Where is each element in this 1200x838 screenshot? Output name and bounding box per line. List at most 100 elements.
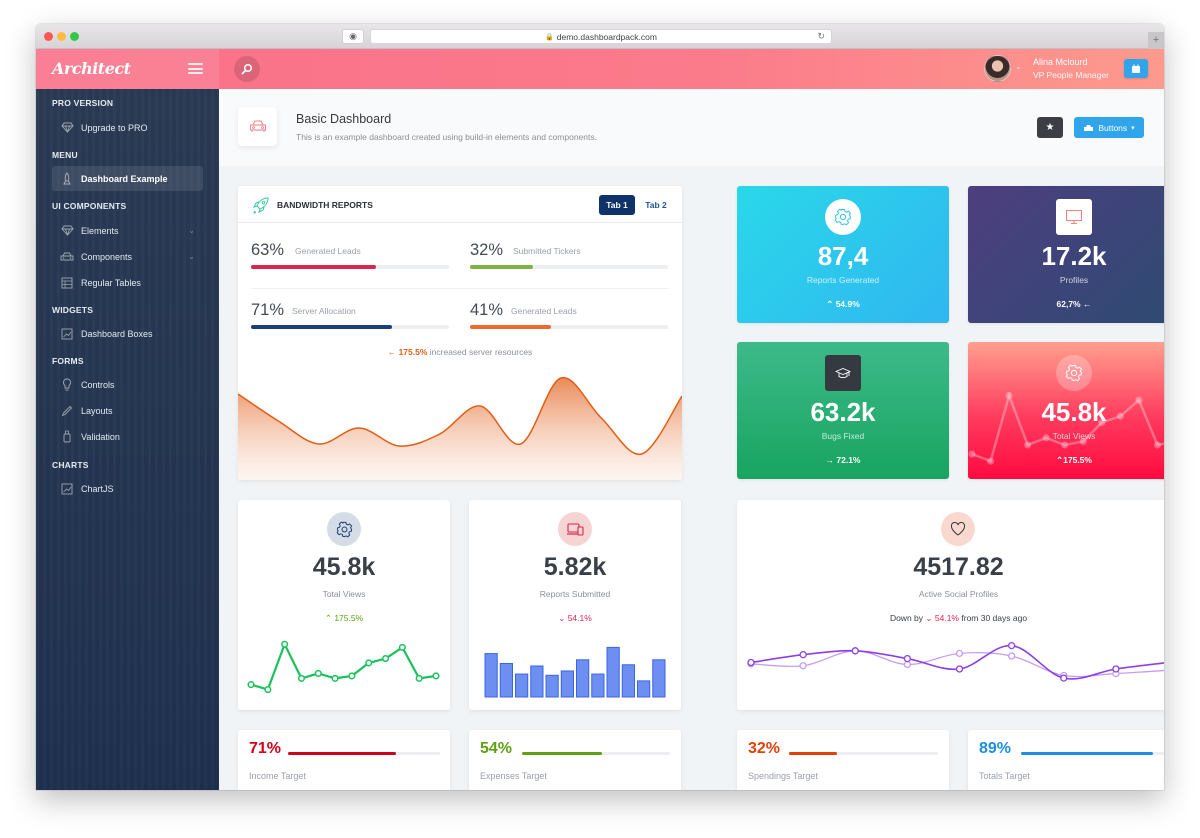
tile-delta: → 72.1% [825,455,861,465]
search-icon [241,63,253,75]
widget-label: Total Views [322,589,366,599]
lightbulb-icon [60,378,74,392]
tab-1[interactable]: Tab 1 [599,195,635,215]
progress-fill [789,752,837,755]
chevron-up-icon: ⌃ [826,299,834,309]
app-header: Architect ⌄ Alina Mclourd VP People Mana… [36,49,1164,89]
sidebar-heading-ui-components: UI COMPONENTS [52,201,127,211]
sidebar-item-dashboard-example[interactable]: Dashboard Example [52,166,203,191]
close-window-button[interactable] [44,32,53,41]
area-fill [238,377,682,480]
card-title: BANDWIDTH REPORTS [277,200,373,210]
sparkline-point [314,669,322,677]
bar [606,646,620,698]
progress-bar [288,752,440,755]
progress-fill [288,752,396,755]
arrow-left-icon: ← [1082,299,1092,309]
table-icon [60,276,74,290]
hamburger-menu-icon[interactable] [188,63,203,74]
diamond-icon [60,121,74,135]
lock-icon: 🔒 [545,33,554,41]
progress-bar [470,325,668,329]
sidebar-item-regular-tables[interactable]: Regular Tables [52,270,203,295]
tile-value: 45.8k [1041,397,1107,427]
rocket-icon [60,172,74,186]
browser-chrome: ◉ 🔒 demo.dashboardpack.com ↻ + [36,24,1164,49]
active-social-profiles-line-chart [747,641,1164,682]
favorite-button[interactable]: ★ [1037,117,1063,138]
sidebar-item-validation[interactable]: Validation [52,424,203,449]
chevron-down-icon[interactable]: ⌄ [1015,62,1022,71]
page-title-bar: Basic Dashboard This is an example dashb… [219,89,1164,166]
widget-delta: ⌄ 54.1% [558,613,592,623]
user-role: VP People Manager [1033,70,1109,80]
diamond-icon [60,224,74,238]
tile-total-views: 45.8k Total Views ⌃175.5% [968,342,1164,479]
bar [545,674,559,698]
widget-value: 45.8k [312,553,376,581]
devices-icon [558,512,592,546]
maximize-window-button[interactable] [70,32,79,41]
bar [591,673,605,698]
bar [560,670,574,698]
sparkline-point [365,659,373,667]
graph-icon [60,327,74,341]
app-logo[interactable]: Architect [52,59,131,78]
series-point [1112,665,1120,673]
tile-label: Reports Generated [806,275,880,285]
chevron-down-icon: ⌄ [925,613,933,623]
user-name: Alina Mclourd [1033,57,1088,67]
sidebar-item-dashboard-boxes[interactable]: Dashboard Boxes [52,321,203,346]
monitor-icon [1056,199,1092,235]
tile-label: Total Views [1052,431,1096,441]
sparkline-point [1153,441,1161,449]
widget-reports-submitted: 5.82k Reports Submitted ⌄ 54.1% [469,500,681,710]
sidebar-item-upgrade[interactable]: Upgrade to PRO [52,115,203,140]
avatar[interactable] [984,55,1011,82]
search-button[interactable] [234,56,260,82]
minimize-window-button[interactable] [57,32,66,41]
progress-fill [522,752,602,755]
eyedropper-icon [60,404,74,418]
page-title: Basic Dashboard [296,112,392,126]
tile-bugs-fixed: 63.2k Bugs Fixed → 72.1% [737,342,949,479]
chevron-down-icon: ▾ [1131,124,1135,132]
widget-value: 5.82k [543,553,607,581]
target-income: 71% Income Target [238,730,450,790]
series-point [799,662,807,670]
tab-2[interactable]: Tab 2 [638,195,674,215]
sidebar-item-elements[interactable]: Elements ⌄ [52,218,203,243]
calendar-button[interactable] [1124,59,1148,78]
series-point [851,647,859,655]
widget-value: 4517.82 [913,553,1004,581]
target-spendings: 32% Spendings Target [737,730,949,790]
star-icon: ★ [1045,122,1055,133]
calendar-icon [1132,64,1140,73]
sidebar-item-chartjs[interactable]: ChartJS [52,476,203,501]
sidebar-item-controls[interactable]: Controls [52,372,203,397]
url-text: demo.dashboardpack.com [556,31,657,42]
rocket-icon [253,197,269,214]
arrow-right-icon: → [825,455,835,465]
sidebar-heading-widgets: WIDGETS [52,305,94,315]
browser-window: ◉ 🔒 demo.dashboardpack.com ↻ + Architect… [36,24,1164,790]
sparkline-point [381,655,390,663]
address-bar[interactable]: 🔒 demo.dashboardpack.com ↻ [370,29,832,44]
reload-icon[interactable]: ↻ [817,31,825,42]
tile-value: 87,4 [817,241,869,271]
buttons-dropdown[interactable]: Buttons ▾ [1074,117,1144,138]
user-menu[interactable]: ⌄ Alina Mclourd VP People Manager [984,49,1164,89]
card-header: BANDWIDTH REPORTS Tab 1 Tab 2 [238,186,682,223]
main-content: Basic Dashboard This is an example dashb… [219,89,1164,790]
car-icon [60,250,74,264]
sidebar-item-components[interactable]: Components ⌄ [52,244,203,269]
sparkline-point [1061,441,1069,449]
sparkline-point [331,674,339,682]
chevron-down-icon: ⌄ [188,226,195,235]
widget-delta: Down by ⌄ 54.1% from 30 days ago [889,613,1028,623]
new-tab-button[interactable]: + [1148,32,1164,49]
sidebar-item-layouts[interactable]: Layouts [52,398,203,423]
privacy-shield-button[interactable]: ◉ [342,29,364,44]
progress-fill [470,325,552,329]
series-point [1007,641,1016,650]
